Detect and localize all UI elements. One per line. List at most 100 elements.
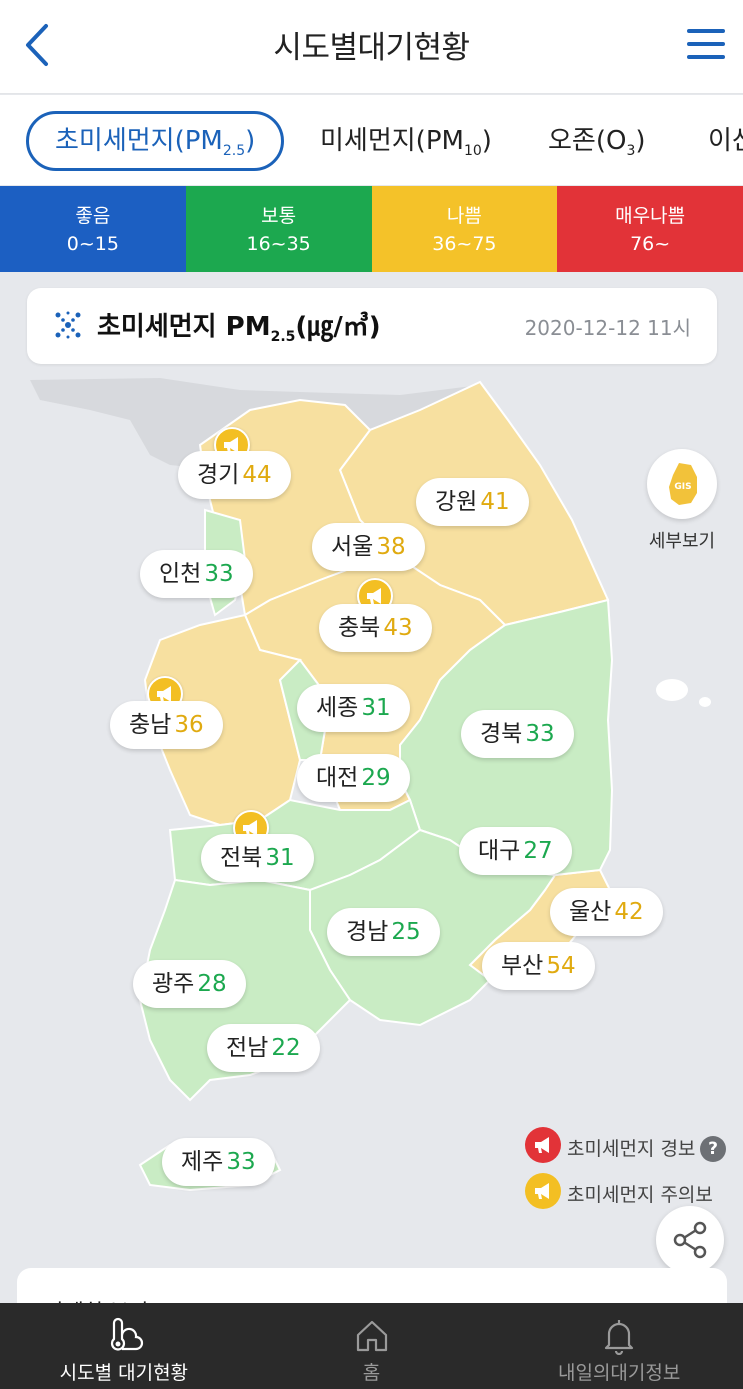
- region-name: 제주: [181, 1149, 224, 1175]
- tab-no2-label: 이산화질소(NO: [708, 126, 743, 156]
- region-name: 충남: [129, 712, 172, 738]
- region-name: 서울: [331, 534, 374, 560]
- region-value: 29: [361, 765, 391, 791]
- region-pill-busan[interactable]: 부산 54: [482, 942, 595, 990]
- region-name: 전북: [220, 845, 263, 871]
- region-pill-sejong[interactable]: 세종 31: [297, 684, 410, 732]
- share-icon: [673, 1221, 707, 1259]
- region-name: 충북: [338, 615, 381, 641]
- legend-bad-range: 36~75: [432, 233, 497, 255]
- tab-pm10-close: ): [481, 126, 492, 156]
- alert-legend-label: 초미세먼지 경보: [567, 1138, 696, 1160]
- region-pill-gwangju[interactable]: 광주 28: [133, 960, 246, 1008]
- menu-button[interactable]: [687, 26, 725, 62]
- region-pill-incheon[interactable]: 인천 33: [140, 550, 253, 598]
- region-value: 36: [174, 712, 204, 738]
- dust-particles-icon: [55, 311, 81, 339]
- legend-very-bad-range: 76~: [630, 233, 671, 255]
- region-name: 강원: [435, 489, 478, 515]
- nav-home[interactable]: 홈: [248, 1303, 496, 1389]
- nav-home-label: 홈: [362, 1362, 381, 1384]
- tab-pm10-label: 미세먼지(PM: [320, 126, 464, 156]
- region-value: 33: [525, 721, 555, 747]
- korea-gis-icon: GIS: [669, 463, 697, 505]
- region-pill-chungnam[interactable]: 충남 36: [110, 701, 223, 749]
- tab-pm25-label: 초미세먼지(PM: [55, 126, 223, 156]
- region-name: 울산: [569, 899, 612, 925]
- region-name: 경북: [480, 721, 523, 747]
- nav-sido-status-label: 시도별 대기현황: [59, 1362, 189, 1384]
- page-title: 시도별대기현황: [273, 30, 470, 66]
- warning-legend-label: 초미세먼지 주의보: [567, 1184, 713, 1206]
- region-pill-jeonbuk[interactable]: 전북 31: [201, 834, 314, 882]
- region-value: 31: [361, 695, 391, 721]
- region-name: 세종: [316, 695, 359, 721]
- measurement-time: 2020-12-12 11시: [524, 316, 691, 340]
- region-pill-chungbuk[interactable]: 충북 43: [319, 604, 432, 652]
- share-button[interactable]: [656, 1206, 724, 1274]
- thermometer-cloud-icon: [110, 1317, 143, 1351]
- region-pill-jeju[interactable]: 제주 33: [162, 1138, 275, 1186]
- region-pill-daegu[interactable]: 대구 27: [459, 827, 572, 875]
- legend-bad-label: 나쁨: [446, 205, 482, 227]
- legend-good-range: 0~15: [66, 233, 119, 255]
- region-pill-seoul[interactable]: 서울 38: [312, 523, 425, 571]
- region-pill-daejeon[interactable]: 대전 29: [297, 754, 410, 802]
- region-pill-ulsan[interactable]: 울산 42: [550, 888, 663, 936]
- region-value: 41: [480, 489, 510, 515]
- tab-pm10[interactable]: 미세먼지(PM10): [320, 111, 492, 171]
- legend-very-bad-label: 매우나쁨: [615, 205, 686, 227]
- region-value: 22: [271, 1035, 301, 1061]
- region-name: 대전: [316, 765, 359, 791]
- region-name: 경남: [346, 919, 389, 945]
- info-label-text: 초미세먼지 PM: [97, 312, 271, 342]
- region-value: 28: [197, 971, 227, 997]
- tab-pm25-sub: 2.5: [222, 143, 246, 160]
- legend-moderate-range: 16~35: [246, 233, 311, 255]
- nav-sido-status[interactable]: 시도별 대기현황: [0, 1303, 248, 1389]
- air-quality-legend: 좋음 0~15 보통 16~35 나쁨 36~75 매우나쁨 76~: [0, 186, 743, 272]
- tab-o3[interactable]: 오존(O3): [548, 111, 646, 171]
- tab-pm25-close: ): [245, 126, 256, 156]
- tab-pm25[interactable]: 초미세먼지(PM2.5): [26, 111, 285, 171]
- legend-bad: 나쁨 36~75: [371, 186, 558, 272]
- megaphone-icon: [535, 1137, 549, 1153]
- nav-tomorrow-forecast[interactable]: 내일의대기정보: [495, 1303, 743, 1389]
- warning-legend-icon: [525, 1173, 561, 1209]
- region-value: 27: [523, 838, 553, 864]
- home-icon: [356, 1320, 387, 1352]
- region-pill-gangwon[interactable]: 강원 41: [416, 478, 529, 526]
- region-name: 경기: [197, 462, 240, 488]
- gis-badge-text: GIS: [674, 482, 691, 492]
- region-value: 42: [614, 899, 644, 925]
- pollutant-info-label: 초미세먼지 PM2.5(㎍/㎥): [97, 306, 381, 345]
- legend-moderate: 보통 16~35: [185, 186, 372, 272]
- ulleungdo-island: [656, 679, 688, 701]
- region-value: 25: [391, 919, 421, 945]
- tab-pm10-sub: 10: [463, 143, 482, 160]
- bottom-navigation: 시도별 대기현황 홈 내일의대기정보: [0, 1303, 743, 1389]
- info-label-unit: (㎍/㎥): [295, 312, 381, 342]
- legend-good-label: 좋음: [75, 205, 111, 227]
- region-value: 43: [383, 615, 413, 641]
- region-name: 전남: [226, 1035, 269, 1061]
- gis-detail-label: 세부보기: [648, 531, 716, 552]
- region-pill-gyeongnam[interactable]: 경남 25: [327, 908, 440, 956]
- gis-detail-button[interactable]: GIS: [647, 449, 717, 519]
- tab-o3-label: 오존(O: [548, 126, 627, 156]
- help-icon[interactable]: ?: [700, 1136, 726, 1162]
- region-value: 44: [242, 462, 272, 488]
- korea-map: [30, 378, 711, 1192]
- legend-good: 좋음 0~15: [0, 186, 186, 272]
- nav-tomorrow-forecast-label: 내일의대기정보: [557, 1362, 681, 1384]
- region-pill-gyeonggi[interactable]: 경기 44: [178, 451, 291, 499]
- region-pill-jeonnam[interactable]: 전남 22: [207, 1024, 320, 1072]
- region-pill-gyeongbuk[interactable]: 경북 33: [461, 710, 574, 758]
- tab-no2[interactable]: 이산화질소(NO2): [708, 111, 743, 171]
- megaphone-icon: [535, 1183, 549, 1199]
- region-name: 부산: [501, 953, 544, 979]
- tab-o3-close: ): [635, 126, 646, 156]
- bell-icon: [605, 1320, 634, 1355]
- legend-moderate-label: 보통: [261, 205, 297, 227]
- legend-very-bad: 매우나쁨 76~: [557, 186, 743, 272]
